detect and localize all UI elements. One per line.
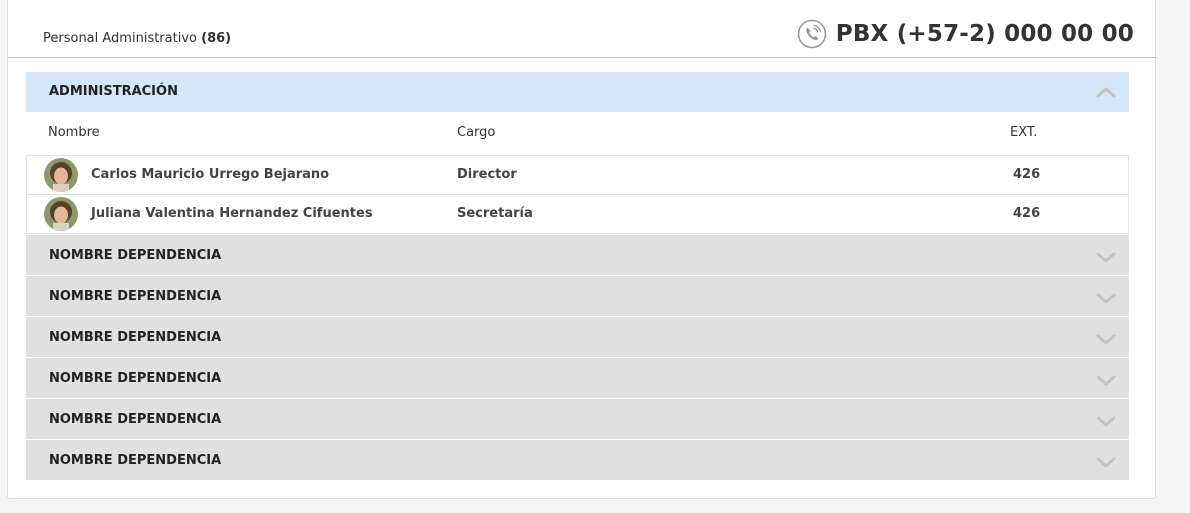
chevron-down-icon[interactable] (1096, 292, 1116, 304)
staff-position: Secretaría (457, 206, 533, 221)
section-header-dependencia[interactable]: NOMBRE DEPENDENCIA (26, 317, 1129, 357)
chevron-down-icon[interactable] (1096, 333, 1116, 345)
staff-label-text: Personal Administrativo (43, 31, 197, 46)
staff-table: Carlos Mauricio Urrego Bejarano Director… (26, 155, 1129, 234)
chevron-down-icon[interactable] (1096, 456, 1116, 468)
section-header-dependencia[interactable]: NOMBRE DEPENDENCIA (26, 440, 1129, 480)
section-title: NOMBRE DEPENDENCIA (49, 371, 222, 386)
column-header-ext: EXT. (1010, 125, 1038, 140)
section-header-dependencia[interactable]: NOMBRE DEPENDENCIA (26, 358, 1129, 398)
section-header-administracion[interactable]: ADMINISTRACIÓN (26, 72, 1129, 112)
chevron-up-icon[interactable] (1096, 86, 1116, 98)
section-title: NOMBRE DEPENDENCIA (49, 289, 222, 304)
avatar (44, 197, 78, 231)
table-row: Juliana Valentina Hernandez Cifuentes Se… (27, 195, 1128, 234)
avatar (44, 158, 78, 192)
staff-position: Director (457, 167, 517, 182)
staff-name: Juliana Valentina Hernandez Cifuentes (91, 206, 373, 221)
pbx-contact: PBX (+57-2) 000 00 00 (797, 18, 1134, 50)
staff-count: (86) (201, 31, 232, 46)
pbx-number: PBX (+57-2) 000 00 00 (835, 21, 1134, 47)
section-header-dependencia[interactable]: NOMBRE DEPENDENCIA (26, 276, 1129, 316)
panel-header: Personal Administrativo (86) PBX (+57-2)… (8, 0, 1157, 58)
staff-ext: 426 (1013, 206, 1041, 221)
section-header-dependencia[interactable]: NOMBRE DEPENDENCIA (26, 399, 1129, 439)
section-title: NOMBRE DEPENDENCIA (49, 412, 222, 427)
column-header-position: Cargo (457, 125, 496, 140)
section-header-dependencia[interactable]: NOMBRE DEPENDENCIA (26, 235, 1129, 275)
chevron-down-icon[interactable] (1096, 415, 1116, 427)
chevron-down-icon[interactable] (1096, 251, 1116, 263)
section-title: NOMBRE DEPENDENCIA (49, 330, 222, 345)
section-title: NOMBRE DEPENDENCIA (49, 248, 222, 263)
staff-ext: 426 (1013, 167, 1041, 182)
column-header-name: Nombre (48, 125, 100, 140)
chevron-down-icon[interactable] (1096, 374, 1116, 386)
phone-icon (797, 19, 827, 49)
table-row: Carlos Mauricio Urrego Bejarano Director… (27, 156, 1128, 195)
section-title: ADMINISTRACIÓN (49, 84, 178, 99)
table-header: Nombre Cargo EXT. (26, 112, 1129, 155)
section-title: NOMBRE DEPENDENCIA (49, 453, 222, 468)
staff-count-label: Personal Administrativo (86) (43, 31, 231, 46)
staff-name: Carlos Mauricio Urrego Bejarano (91, 167, 330, 182)
